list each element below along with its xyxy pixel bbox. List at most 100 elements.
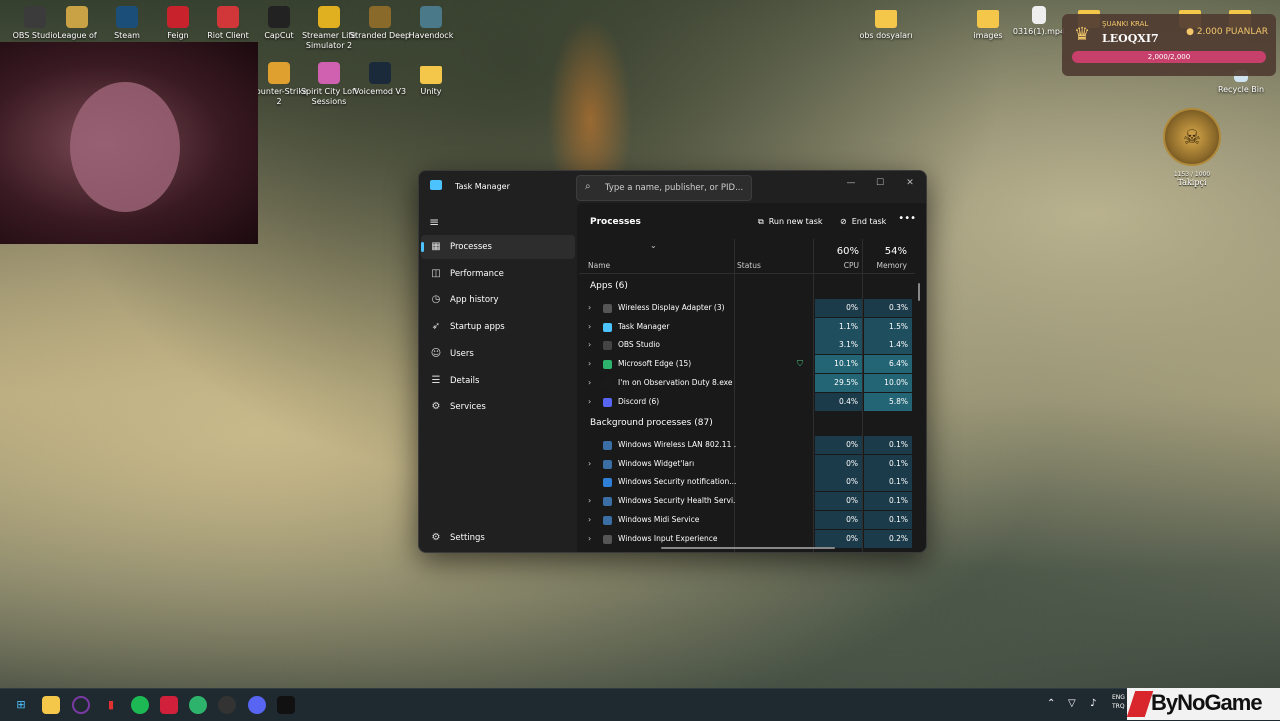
nav-item-label: Users — [450, 348, 474, 359]
language-code: ENG — [1112, 694, 1125, 701]
window-title: Task Manager — [455, 182, 510, 191]
bynogame-watermark: ByNoGame — [1126, 688, 1280, 720]
hamburger-menu-icon[interactable]: ≡ — [429, 215, 439, 229]
nav-item-services[interactable]: ⚙ Services — [421, 395, 575, 419]
sort-chevron-icon[interactable]: ⌄ — [650, 241, 657, 250]
media-app-icon[interactable] — [160, 696, 178, 714]
crown-icon: ♛ — [1074, 24, 1091, 45]
process-icon — [603, 515, 612, 525]
expand-chevron-icon[interactable]: › — [588, 355, 591, 373]
game-app-icon[interactable] — [277, 696, 295, 714]
process-row[interactable]: › Task Manager 1.1% 1.5% — [579, 317, 915, 336]
process-row[interactable]: › OBS Studio 3.1% 1.4% — [579, 336, 915, 355]
column-status[interactable]: Status — [737, 261, 761, 270]
run-new-task-button[interactable]: ⧉ Run new task — [758, 213, 823, 231]
expand-chevron-icon[interactable]: › — [588, 393, 591, 411]
tray-overflow-chevron-icon[interactable]: ⌃ — [1047, 698, 1055, 709]
desktop-icon[interactable]: Havendock — [400, 6, 462, 41]
expand-chevron-icon[interactable]: › — [588, 511, 591, 529]
process-name: Windows Input Experience — [618, 533, 718, 543]
search-icon: ⌕ — [585, 181, 591, 192]
nav-item-app-history[interactable]: ◷ App history — [421, 288, 575, 312]
search-input[interactable] — [603, 179, 747, 197]
video-file-icon — [1032, 6, 1046, 24]
column-cpu[interactable]: CPU — [814, 261, 859, 270]
desktop-app-icon — [369, 6, 391, 28]
end-task-label: End task — [851, 217, 887, 226]
memory-value: 1.4% — [864, 336, 912, 355]
cpu-value: 0% — [815, 492, 862, 511]
expand-chevron-icon[interactable]: › — [588, 374, 591, 392]
folder-icon — [875, 10, 897, 28]
more-options-icon[interactable]: ••• — [898, 213, 916, 224]
recycle-bin-label: Recycle Bin — [1217, 85, 1265, 94]
minimize-button[interactable]: — — [839, 175, 863, 191]
search-box[interactable]: ⌕ — [576, 175, 752, 201]
follower-label: Takipçi — [1177, 178, 1207, 187]
bynogame-logo-icon — [1126, 691, 1154, 717]
process-row[interactable]: Windows Security notification... 0% 0.1% — [579, 473, 915, 492]
discord-icon[interactable] — [248, 696, 266, 714]
process-row[interactable]: › Windows Input Experience 0% 0.2% — [579, 529, 915, 548]
start-button-icon[interactable]: ⊞ — [12, 696, 30, 714]
desktop-app-icon — [167, 6, 189, 28]
nav-item-processes[interactable]: ▦ Processes — [421, 235, 575, 259]
process-row[interactable]: › Discord (6) 0.4% 5.8% — [579, 392, 915, 411]
expand-chevron-icon[interactable]: › — [588, 455, 591, 473]
language-indicator[interactable]: ENG TRQ — [1112, 693, 1125, 711]
background-group-header[interactable]: Background processes (87) — [590, 418, 713, 428]
red-app-icon[interactable]: ▮ — [102, 696, 120, 714]
desktop-app-icon — [268, 6, 290, 28]
nav-item-settings[interactable]: ⚙ Settings — [421, 526, 575, 550]
process-name: Windows Midi Service — [618, 514, 700, 524]
column-memory[interactable]: Memory — [862, 261, 907, 270]
wifi-icon[interactable]: ▽ — [1068, 698, 1076, 709]
process-row[interactable]: › Windows Widget'ları 0% 0.1% — [579, 454, 915, 473]
expand-chevron-icon[interactable]: › — [588, 299, 591, 317]
memory-value: 0.1% — [864, 492, 912, 511]
expand-chevron-icon[interactable]: › — [588, 530, 591, 548]
expand-chevron-icon[interactable]: › — [588, 492, 591, 510]
expand-chevron-icon[interactable]: › — [588, 318, 591, 336]
processes-icon: ▦ — [431, 241, 441, 252]
file-explorer-icon[interactable] — [42, 696, 60, 714]
desktop-app-icon — [369, 62, 391, 84]
nav-item-users[interactable]: ☺ Users — [421, 342, 575, 366]
vertical-scrollbar[interactable] — [918, 283, 920, 301]
end-task-button[interactable]: ⊘ End task — [840, 213, 886, 231]
nav-item-label: Details — [450, 375, 480, 386]
app-circle-icon[interactable] — [72, 696, 90, 714]
desktop-app-icon — [420, 66, 442, 84]
title-bar[interactable]: Task Manager ⌕ — ☐ ✕ — [419, 171, 926, 203]
desktop-app-icon — [268, 62, 290, 84]
process-row[interactable]: › Windows Security Health Servi... 0% 0.1% — [579, 492, 915, 511]
apps-group-header[interactable]: Apps (6) — [590, 281, 628, 291]
brand-text: ByNoGame — [1151, 690, 1263, 715]
column-name[interactable]: Name — [588, 261, 610, 270]
memory-value: 0.1% — [864, 473, 912, 492]
obs-icon[interactable] — [218, 696, 236, 714]
desktop-app-icon — [66, 6, 88, 28]
process-row[interactable]: Windows Wireless LAN 802.11 ... 0% 0.1% — [579, 436, 915, 454]
process-row[interactable]: › Wireless Display Adapter (3) 0% 0.3% — [579, 299, 915, 317]
process-row[interactable]: › Windows Midi Service 0% 0.1% — [579, 510, 915, 529]
process-name: Windows Widget'ları — [618, 458, 695, 468]
desktop-icon[interactable]: Unity — [400, 62, 462, 97]
spotify-icon[interactable] — [131, 696, 149, 714]
nav-item-startup-apps[interactable]: ➶ Startup apps — [421, 315, 575, 339]
process-icon — [603, 459, 612, 469]
edge-icon[interactable] — [189, 696, 207, 714]
close-button[interactable]: ✕ — [898, 175, 922, 191]
nav-item-details[interactable]: ☰ Details — [421, 369, 575, 393]
memory-total[interactable]: 54% — [862, 246, 907, 257]
cpu-value: 10.1% — [815, 355, 862, 374]
volume-icon[interactable]: ♪ — [1090, 698, 1096, 709]
nav-item-performance[interactable]: ◫ Performance — [421, 262, 575, 286]
process-row[interactable]: › Microsoft Edge (15) ⛉ 10.1% 6.4% — [579, 355, 915, 374]
process-row[interactable]: › I'm on Observation Duty 8.exe 29.5% 10.0% — [579, 373, 915, 392]
cpu-total[interactable]: 60% — [814, 246, 859, 257]
horizontal-scrollbar[interactable] — [661, 547, 835, 549]
expand-chevron-icon[interactable]: › — [588, 336, 591, 354]
maximize-button[interactable]: ☐ — [868, 175, 892, 191]
desktop-folder[interactable]: obs dosyaları — [855, 6, 917, 41]
